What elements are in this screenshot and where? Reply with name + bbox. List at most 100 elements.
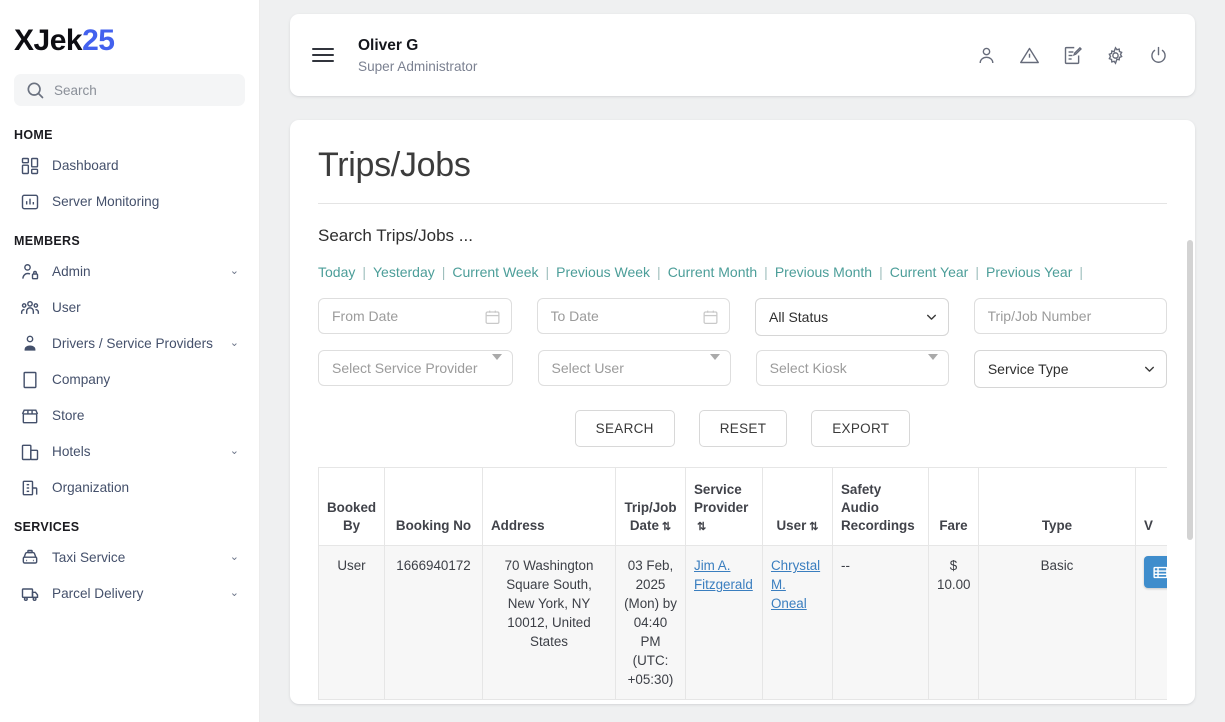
kiosk-select[interactable]: Select Kiosk	[756, 350, 949, 386]
chevron-down-icon[interactable]: ⌄	[230, 550, 239, 566]
column-header-view[interactable]: V	[1136, 468, 1168, 546]
column-label: Type	[1042, 518, 1072, 533]
kiosk-cell: Select Kiosk	[756, 350, 949, 388]
sidebar-item-drivers-service-providers[interactable]: Drivers / Service Providers ⌄	[14, 326, 245, 362]
sort-arrows-icon[interactable]: ⇅	[662, 520, 671, 535]
sidebar-item-label: Store	[52, 406, 241, 426]
quick-filter-today[interactable]: Today	[318, 264, 355, 280]
settings-gear-icon[interactable]	[1105, 45, 1126, 66]
status-select[interactable]: All Status	[755, 298, 949, 336]
export-button[interactable]: EXPORT	[811, 410, 910, 447]
column-header-user[interactable]: User⇅	[763, 468, 833, 546]
to-date-cell: To Date	[537, 298, 731, 336]
sidebar-item-dashboard[interactable]: Dashboard	[14, 148, 245, 184]
store-icon	[20, 406, 40, 426]
cell-type: Basic	[979, 546, 1136, 700]
view-details-button[interactable]	[1144, 556, 1167, 588]
taxi-icon	[20, 548, 40, 568]
sidebar-item-store[interactable]: Store	[14, 398, 245, 434]
brand-name-dark: XJek	[14, 24, 82, 57]
chevron-down-icon[interactable]: ⌄	[230, 444, 239, 460]
service-provider-placeholder: Select Service Provider	[332, 360, 478, 376]
column-label: Service Provider	[694, 482, 748, 515]
sidebar-item-label: Company	[52, 370, 241, 390]
table-header-row: Booked By Booking No Address Trip/Job Da…	[319, 468, 1168, 546]
warning-icon[interactable]	[1019, 45, 1040, 66]
search-button[interactable]: SEARCH	[575, 410, 675, 447]
sort-arrows-icon[interactable]: ⇅	[697, 520, 706, 535]
quick-filter-previous-week[interactable]: Previous Week	[556, 264, 650, 280]
sidebar-item-user[interactable]: User	[14, 290, 245, 326]
app-root: XJek25 Search HOME Dashboard Server Moni…	[0, 0, 1225, 722]
quick-filter-previous-month[interactable]: Previous Month	[775, 264, 872, 280]
column-label: Address	[491, 518, 545, 533]
power-icon[interactable]	[1148, 45, 1169, 66]
sidebar-search[interactable]: Search	[14, 74, 245, 106]
table-row[interactable]: User 1666940172 70 Washington Square Sou…	[319, 546, 1168, 700]
trips-table: Booked By Booking No Address Trip/Job Da…	[318, 467, 1167, 700]
building-icon	[20, 370, 40, 390]
divider: |	[764, 264, 768, 280]
chevron-down-icon[interactable]: ⌄	[230, 586, 239, 602]
chevron-down-icon[interactable]: ⌄	[230, 336, 239, 352]
sidebar-item-label: Admin	[52, 262, 218, 282]
column-label: V	[1144, 518, 1153, 533]
divider: |	[975, 264, 979, 280]
brand-logo[interactable]: XJek25	[14, 0, 245, 74]
quick-filter-previous-year[interactable]: Previous Year	[986, 264, 1072, 280]
cell-booking-no: 1666940172	[385, 546, 483, 700]
sidebar-item-company[interactable]: Company	[14, 362, 245, 398]
column-header-safety-audio-recordings[interactable]: Safety Audio Recordings	[833, 468, 929, 546]
cell-safety-audio: --	[833, 546, 929, 700]
sort-arrows-icon[interactable]: ⇅	[809, 520, 818, 535]
column-header-booking-no[interactable]: Booking No	[385, 468, 483, 546]
column-header-trip-job-date[interactable]: Trip/Job Date⇅	[616, 468, 686, 546]
column-label: Fare	[939, 518, 967, 533]
user-lock-icon	[20, 262, 40, 282]
user-select[interactable]: Select User	[538, 350, 731, 386]
filter-row-1: From Date To Date All Stat	[318, 298, 1167, 336]
table-list-icon	[1152, 564, 1168, 581]
quick-filter-current-week[interactable]: Current Week	[452, 264, 538, 280]
to-date-input[interactable]: To Date	[537, 298, 731, 334]
reset-button[interactable]: RESET	[699, 410, 788, 447]
chart-bar-icon	[20, 192, 40, 212]
sidebar-item-label: Parcel Delivery	[52, 584, 218, 604]
service-provider-cell: Select Service Provider	[318, 350, 513, 388]
quick-filter-current-month[interactable]: Current Month	[668, 264, 757, 280]
sidebar-item-hotels[interactable]: Hotels ⌄	[14, 434, 245, 470]
sidebar-item-label: Organization	[52, 478, 241, 498]
sidebar-item-label: User	[52, 298, 241, 318]
service-provider-select[interactable]: Select Service Provider	[318, 350, 513, 386]
sidebar-item-taxi-service[interactable]: Taxi Service ⌄	[14, 540, 245, 576]
from-date-input[interactable]: From Date	[318, 298, 512, 334]
sidebar-item-label: Server Monitoring	[52, 192, 241, 212]
sidebar: XJek25 Search HOME Dashboard Server Moni…	[0, 0, 260, 722]
cell-service-provider-link[interactable]: Jim A. Fitzgerald	[694, 558, 753, 592]
cell-user-link[interactable]: Chrystal M. Oneal	[771, 558, 820, 611]
column-header-service-provider[interactable]: Service Provider ⇅	[686, 468, 763, 546]
chevron-down-icon[interactable]: ⌄	[230, 264, 239, 280]
page-title: Trips/Jobs	[318, 146, 1167, 204]
edit-document-icon[interactable]	[1062, 45, 1083, 66]
column-header-booked-by[interactable]: Booked By	[319, 468, 385, 546]
quick-filter-yesterday[interactable]: Yesterday	[373, 264, 435, 280]
sidebar-item-admin[interactable]: Admin ⌄	[14, 254, 245, 290]
trips-table-wrapper[interactable]: Booked By Booking No Address Trip/Job Da…	[318, 467, 1167, 700]
driver-person-icon	[20, 334, 40, 354]
sidebar-item-organization[interactable]: Organization	[14, 470, 245, 506]
column-header-type[interactable]: Type	[979, 468, 1136, 546]
column-header-address[interactable]: Address	[483, 468, 616, 546]
profile-icon[interactable]	[976, 45, 997, 66]
quick-filter-current-year[interactable]: Current Year	[890, 264, 969, 280]
content-scrollbar[interactable]	[1187, 240, 1193, 540]
sidebar-item-parcel-delivery[interactable]: Parcel Delivery ⌄	[14, 576, 245, 612]
service-type-select[interactable]: Service Type	[974, 350, 1167, 388]
column-header-fare[interactable]: Fare	[929, 468, 979, 546]
menu-toggle-button[interactable]	[312, 44, 334, 66]
filter-row-2: Select Service Provider Select User Sele…	[318, 350, 1167, 388]
sidebar-item-server-monitoring[interactable]: Server Monitoring	[14, 184, 245, 220]
divider: |	[1079, 264, 1083, 280]
status-cell: All Status	[755, 298, 949, 336]
trip-job-number-input[interactable]: Trip/Job Number	[974, 298, 1168, 334]
